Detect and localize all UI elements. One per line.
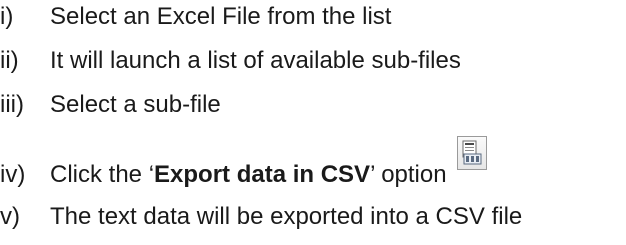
step-number: ii): [0, 47, 19, 74]
export-option-name: Export data in CSV: [154, 161, 371, 188]
export-csv-icon: [456, 136, 487, 170]
step-number: iii): [0, 91, 24, 118]
step-4: iv) Click the ‘Export data in CSV’ optio…: [0, 136, 487, 190]
step-number: iv): [0, 161, 26, 188]
step-1: i) Select an Excel File from the list: [0, 2, 391, 32]
export-csv-glyph: [462, 140, 482, 165]
step-5: v) The text data will be exported into a…: [0, 202, 522, 232]
step-text: The text data will be exported into a CS…: [50, 203, 523, 230]
step-text: Select a sub-file: [50, 91, 221, 118]
step-number: v): [0, 203, 20, 230]
step-text: Select an Excel File from the list: [50, 3, 392, 30]
step-text-prefix: Click the ‘: [50, 161, 155, 188]
instructions-document: i) Select an Excel File from the list ii…: [0, 0, 626, 245]
step-text-suffix: ’ option: [370, 161, 447, 188]
step-number: i): [0, 3, 14, 30]
step-2: ii) It will launch a list of available s…: [0, 46, 461, 76]
step-3: iii) Select a sub-file: [0, 90, 221, 120]
step-text: It will launch a list of available sub-f…: [50, 47, 461, 74]
